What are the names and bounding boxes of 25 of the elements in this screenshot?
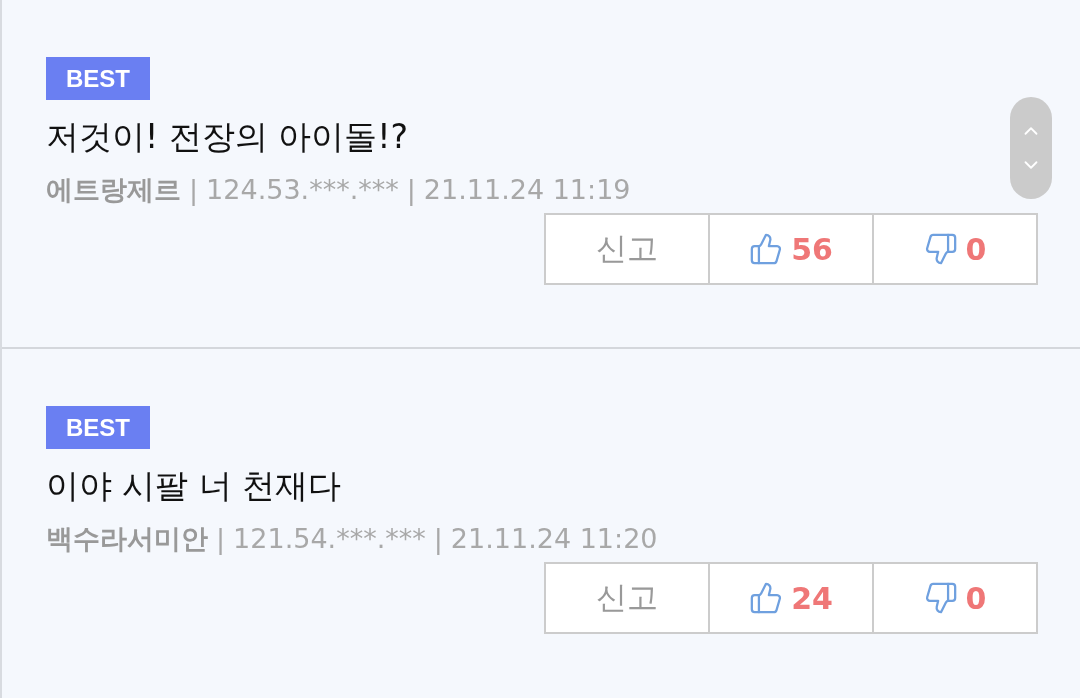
comment-separator: | (433, 522, 443, 556)
comment-ip: 121.54.***.*** (233, 522, 426, 556)
comment-separator: | (216, 522, 226, 556)
scroll-control[interactable] (1010, 97, 1052, 199)
comment-separator: | (406, 173, 416, 207)
best-badge: BEST (46, 57, 150, 100)
report-button[interactable]: 신고 (544, 213, 710, 285)
like-button[interactable]: 56 (708, 213, 874, 285)
comment-separator: | (189, 173, 199, 207)
dislike-button[interactable]: 0 (872, 213, 1038, 285)
thumbs-up-icon (749, 232, 784, 266)
best-badge: BEST (46, 406, 150, 449)
like-button[interactable]: 24 (708, 562, 874, 634)
comment-text: 이야 시팔 너 천재다 (46, 466, 342, 506)
comment-date: 21.11.24 11:20 (450, 522, 658, 556)
comment-author: 백수라서미안 (46, 522, 208, 556)
report-button[interactable]: 신고 (544, 562, 710, 634)
thumbs-down-icon (923, 232, 958, 266)
comment-text: 저것이! 전장의 아이돌!? (46, 117, 408, 157)
comment-date: 21.11.24 11:19 (423, 173, 631, 207)
thumbs-up-icon (749, 581, 784, 615)
comment-ip: 124.53.***.*** (206, 173, 399, 207)
thumbs-down-icon (923, 581, 958, 615)
comment-author: 에트랑제르 (46, 173, 181, 207)
dislike-button[interactable]: 0 (872, 562, 1038, 634)
